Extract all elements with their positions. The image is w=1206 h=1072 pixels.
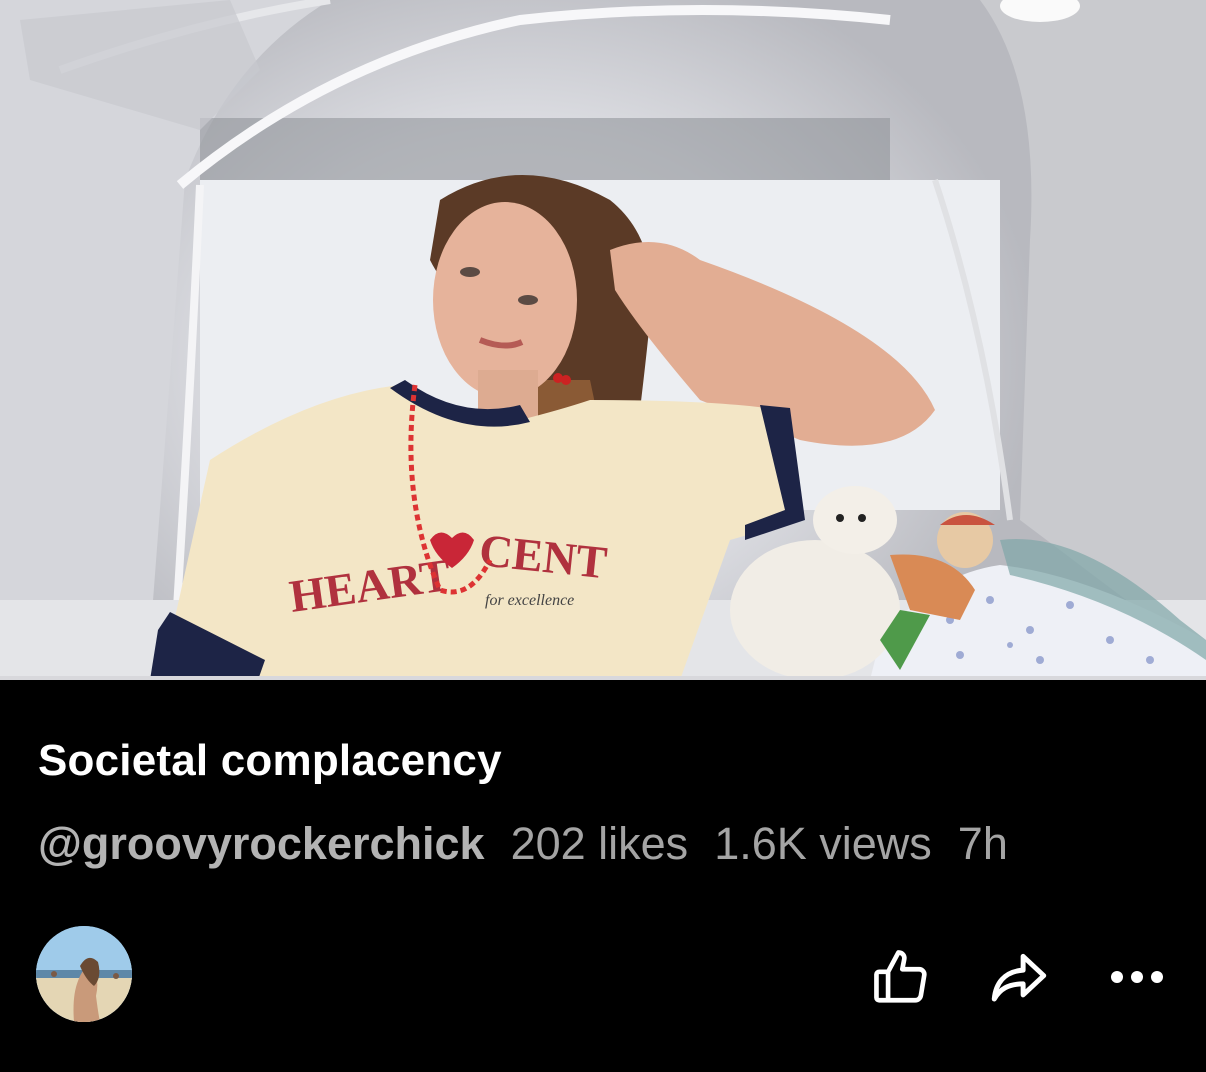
- like-button[interactable]: [866, 942, 936, 1012]
- svg-text:for excellence: for excellence: [485, 592, 574, 609]
- avatar-image: [36, 926, 132, 1022]
- view-count: 1.6K views: [714, 818, 932, 869]
- video-progress-track: [0, 676, 1206, 680]
- like-count: 202 likes: [510, 818, 689, 869]
- post-age: 7h: [957, 818, 1008, 869]
- channel-handle[interactable]: @groovyrockerchick: [38, 818, 485, 870]
- share-arrow-icon: [991, 953, 1047, 1002]
- video-frame-image: HEART CENT for excellence: [0, 0, 1206, 680]
- video-meta-row: @groovyrockerchick 202 likes 1.6K views …: [38, 818, 1008, 870]
- channel-avatar[interactable]: [36, 926, 132, 1022]
- video-title[interactable]: Societal complacency: [38, 736, 502, 786]
- more-horizontal-icon: [1111, 971, 1163, 983]
- more-options-button[interactable]: [1102, 942, 1172, 1012]
- thumbs-up-icon: [874, 950, 927, 1003]
- share-button[interactable]: [984, 942, 1054, 1012]
- video-player[interactable]: HEART CENT for excellence: [0, 0, 1206, 680]
